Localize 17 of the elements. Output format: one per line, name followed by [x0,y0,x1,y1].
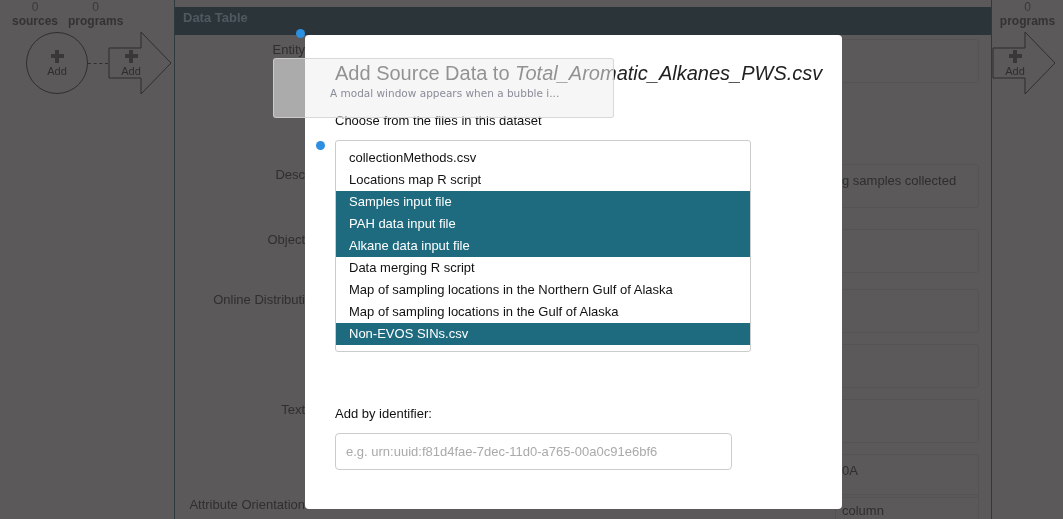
modal-title: Add Source Data to Total_Aromatic_Alkanes_PWS.csv [335,61,823,86]
tour-marker-icon[interactable] [316,141,325,150]
dashed-connector [88,62,108,64]
file-option[interactable]: Map of sampling locations in the Gulf of Alaska [336,301,750,323]
file-option[interactable]: Alkane data input file [336,235,750,257]
file-option[interactable]: collectionMethods.csv [336,147,750,169]
file-option[interactable]: Locations map R script [336,169,750,191]
file-option[interactable]: PAH data input file [336,213,750,235]
tour-marker-icon[interactable] [296,29,305,38]
list-label: Choose from the files in this dataset [335,113,543,129]
identifier-label: Add by identifier: [335,406,433,421]
identifier-input[interactable]: e.g. urn:uuid:f81d4fae-7dec-11d0-a765-00a0c91e6bf6 [335,433,732,470]
tooltip-text: A modal window appears when a bubble i... [330,87,560,99]
file-option[interactable]: Map of sampling locations in the Northern Gulf of Alaska [336,279,750,301]
file-option[interactable]: Samples input file [336,191,750,213]
file-option[interactable]: Non-EVOS SINs.csv [336,323,750,345]
file-option[interactable]: Data merging R script [336,257,750,279]
